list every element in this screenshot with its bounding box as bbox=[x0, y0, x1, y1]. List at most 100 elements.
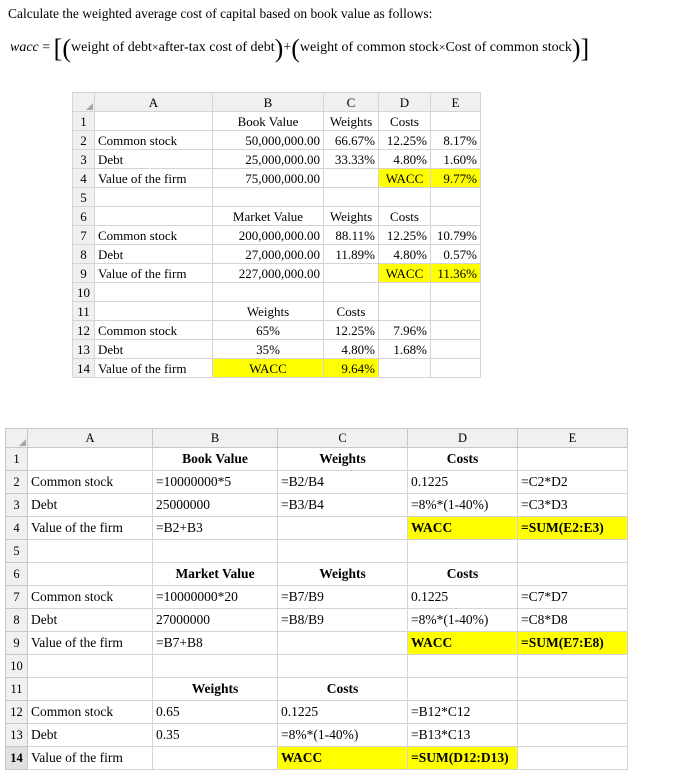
row-header-5[interactable]: 5 bbox=[72, 187, 95, 207]
row-header-14[interactable]: 14 bbox=[72, 358, 95, 378]
cell-d1[interactable]: Costs bbox=[378, 111, 431, 131]
cell-c1[interactable]: Weights bbox=[323, 111, 379, 131]
fcell-a4[interactable]: Value of the firm bbox=[27, 516, 153, 540]
formulas-spreadsheet[interactable]: A B C D E 1 Book Value Weights Costs 2 C… bbox=[5, 428, 628, 770]
row-header-3[interactable]: 3 bbox=[72, 149, 95, 169]
select-all-corner-2[interactable] bbox=[5, 428, 28, 448]
fcell-e1[interactable] bbox=[517, 447, 628, 471]
row-header-12[interactable]: 12 bbox=[72, 320, 95, 340]
cell-a7[interactable]: Common stock bbox=[94, 225, 213, 245]
fcell-d13[interactable]: =B13*C13 bbox=[407, 723, 518, 747]
row-header-f14[interactable]: 14 bbox=[5, 746, 28, 770]
cell-d11[interactable] bbox=[378, 301, 431, 321]
cell-c2[interactable]: 66.67% bbox=[323, 130, 379, 150]
fcell-b6[interactable]: Market Value bbox=[152, 562, 278, 586]
cell-e9-wacc-value[interactable]: 11.36% bbox=[430, 263, 481, 283]
row-header-8[interactable]: 8 bbox=[72, 244, 95, 264]
fcell-a11[interactable] bbox=[27, 677, 153, 701]
fcell-b9[interactable]: =B7+B8 bbox=[152, 631, 278, 655]
fcell-c3[interactable]: =B3/B4 bbox=[277, 493, 408, 517]
row-header-2[interactable]: 2 bbox=[72, 130, 95, 150]
fcell-b14[interactable] bbox=[152, 746, 278, 770]
row-header-f11[interactable]: 11 bbox=[5, 677, 28, 701]
fcell-e12[interactable] bbox=[517, 700, 628, 724]
cell-d8[interactable]: 4.80% bbox=[378, 244, 431, 264]
fcell-c14-wacc-label[interactable]: WACC bbox=[277, 746, 408, 770]
row-header-f8[interactable]: 8 bbox=[5, 608, 28, 632]
cell-c10[interactable] bbox=[323, 282, 379, 302]
fcell-e11[interactable] bbox=[517, 677, 628, 701]
fcell-b1[interactable]: Book Value bbox=[152, 447, 278, 471]
row-header-f10[interactable]: 10 bbox=[5, 654, 28, 678]
cell-b7[interactable]: 200,000,000.00 bbox=[212, 225, 324, 245]
cell-b5[interactable] bbox=[212, 187, 324, 207]
cell-e2[interactable]: 8.17% bbox=[430, 130, 481, 150]
row-header-1[interactable]: 1 bbox=[72, 111, 95, 131]
row-header-f7[interactable]: 7 bbox=[5, 585, 28, 609]
cell-a1[interactable] bbox=[94, 111, 213, 131]
cell-e1[interactable] bbox=[430, 111, 481, 131]
cell-e11[interactable] bbox=[430, 301, 481, 321]
fcell-c4[interactable] bbox=[277, 516, 408, 540]
fcell-a3[interactable]: Debt bbox=[27, 493, 153, 517]
cell-e5[interactable] bbox=[430, 187, 481, 207]
cell-c4[interactable] bbox=[323, 168, 379, 188]
fcell-a7[interactable]: Common stock bbox=[27, 585, 153, 609]
fcell-a13[interactable]: Debt bbox=[27, 723, 153, 747]
cell-c11[interactable]: Costs bbox=[323, 301, 379, 321]
cell-d12[interactable]: 7.96% bbox=[378, 320, 431, 340]
fcell-c10[interactable] bbox=[277, 654, 408, 678]
fcell-d12[interactable]: =B12*C12 bbox=[407, 700, 518, 724]
cell-e6[interactable] bbox=[430, 206, 481, 226]
cell-b10[interactable] bbox=[212, 282, 324, 302]
fcell-e6[interactable] bbox=[517, 562, 628, 586]
fcell-b4[interactable]: =B2+B3 bbox=[152, 516, 278, 540]
row-header-f13[interactable]: 13 bbox=[5, 723, 28, 747]
cell-e10[interactable] bbox=[430, 282, 481, 302]
fcell-a1[interactable] bbox=[27, 447, 153, 471]
fcell-a12[interactable]: Common stock bbox=[27, 700, 153, 724]
fcell-d10[interactable] bbox=[407, 654, 518, 678]
fcell-e3[interactable]: =C3*D3 bbox=[517, 493, 628, 517]
cell-b2[interactable]: 50,000,000.00 bbox=[212, 130, 324, 150]
cell-a4[interactable]: Value of the firm bbox=[94, 168, 213, 188]
fcell-c6[interactable]: Weights bbox=[277, 562, 408, 586]
cell-d13[interactable]: 1.68% bbox=[378, 339, 431, 359]
values-spreadsheet[interactable]: A B C D E 1 Book Value Weights Costs 2 C… bbox=[72, 92, 481, 378]
cell-a13[interactable]: Debt bbox=[94, 339, 213, 359]
fcell-b3[interactable]: 25000000 bbox=[152, 493, 278, 517]
row-header-f1[interactable]: 1 bbox=[5, 447, 28, 471]
cell-d14[interactable] bbox=[378, 358, 431, 378]
cell-e12[interactable] bbox=[430, 320, 481, 340]
column-header-a[interactable]: A bbox=[94, 92, 213, 112]
row-header-f2[interactable]: 2 bbox=[5, 470, 28, 494]
cell-a5[interactable] bbox=[94, 187, 213, 207]
row-header-f6[interactable]: 6 bbox=[5, 562, 28, 586]
cell-d2[interactable]: 12.25% bbox=[378, 130, 431, 150]
fcell-e9-wacc-formula[interactable]: =SUM(E7:E8) bbox=[517, 631, 628, 655]
fcell-c9[interactable] bbox=[277, 631, 408, 655]
cell-a14[interactable]: Value of the firm bbox=[94, 358, 213, 378]
cell-d3[interactable]: 4.80% bbox=[378, 149, 431, 169]
fcell-d2[interactable]: 0.1225 bbox=[407, 470, 518, 494]
cell-a6[interactable] bbox=[94, 206, 213, 226]
fcell-a10[interactable] bbox=[27, 654, 153, 678]
row-header-f3[interactable]: 3 bbox=[5, 493, 28, 517]
cell-e8[interactable]: 0.57% bbox=[430, 244, 481, 264]
cell-b13[interactable]: 35% bbox=[212, 339, 324, 359]
row-header-f4[interactable]: 4 bbox=[5, 516, 28, 540]
fcell-b10[interactable] bbox=[152, 654, 278, 678]
cell-b8[interactable]: 27,000,000.00 bbox=[212, 244, 324, 264]
fcell-d11[interactable] bbox=[407, 677, 518, 701]
fcell-d8[interactable]: =8%*(1-40%) bbox=[407, 608, 518, 632]
fcell-c5[interactable] bbox=[277, 539, 408, 563]
cell-c14-wacc-value[interactable]: 9.64% bbox=[323, 358, 379, 378]
fcell-c8[interactable]: =B8/B9 bbox=[277, 608, 408, 632]
cell-b1[interactable]: Book Value bbox=[212, 111, 324, 131]
fcell-b11[interactable]: Weights bbox=[152, 677, 278, 701]
fcell-c7[interactable]: =B7/B9 bbox=[277, 585, 408, 609]
cell-c3[interactable]: 33.33% bbox=[323, 149, 379, 169]
fcell-d3[interactable]: =8%*(1-40%) bbox=[407, 493, 518, 517]
cell-e13[interactable] bbox=[430, 339, 481, 359]
cell-b12[interactable]: 65% bbox=[212, 320, 324, 340]
